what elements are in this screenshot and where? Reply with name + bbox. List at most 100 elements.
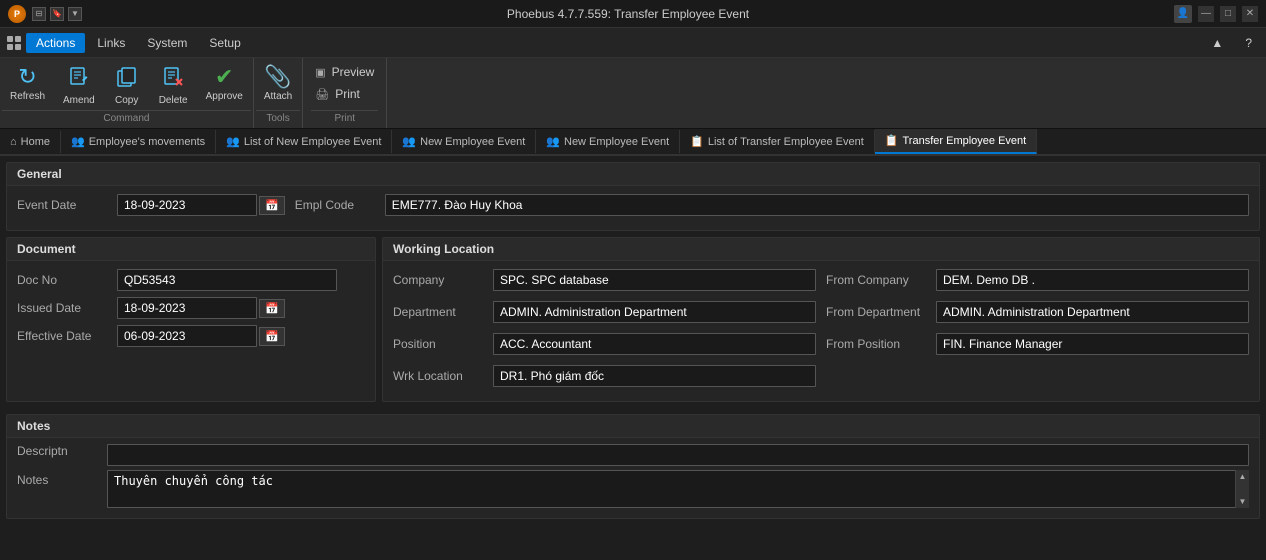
working-location-header: Working Location <box>383 238 1259 261</box>
from-position-select[interactable]: FIN. Finance Manager <box>936 333 1249 355</box>
window-icon-2[interactable]: 🔖 <box>50 7 64 21</box>
doc-no-input[interactable] <box>117 269 337 291</box>
working-location-section: Working Location Company SPC. SPC databa… <box>382 237 1260 402</box>
notes-scrollbar: ▲ ▼ <box>1235 470 1249 508</box>
print-button[interactable]: 🖨 Print <box>311 84 378 104</box>
notes-section-body: Descriptn Notes Thuyên chuyển công tác ▲… <box>7 438 1259 518</box>
event-date-label: Event Date <box>17 198 107 212</box>
effective-date-input[interactable] <box>117 325 257 347</box>
event-date-input[interactable] <box>117 194 257 216</box>
breadcrumb-list-new-emp[interactable]: 👥 List of New Employee Event <box>216 130 392 153</box>
from-company-row: From Company DEM. Demo DB . <box>826 269 1249 291</box>
from-department-select[interactable]: ADMIN. Administration Department <box>936 301 1249 323</box>
general-form-row: Event Date 📅 Empl Code EME777. Đào Huy K… <box>17 194 1249 216</box>
attach-button[interactable]: 📎 Attach <box>256 62 300 106</box>
department-select[interactable]: ADMIN. Administration Department <box>493 301 816 323</box>
notes-label: Notes <box>17 470 97 487</box>
general-section-body: Event Date 📅 Empl Code EME777. Đào Huy K… <box>7 186 1259 230</box>
breadcrumb-new-emp-event2-label: New Employee Event <box>564 136 669 148</box>
home-icon: ⌂ <box>10 136 17 148</box>
menu-links[interactable]: Links <box>87 33 135 53</box>
app-grid-icon[interactable] <box>4 33 24 53</box>
breadcrumb-new-emp-event1[interactable]: 👥 New Employee Event <box>392 130 536 153</box>
copy-button[interactable]: Copy <box>105 62 149 110</box>
menu-actions[interactable]: Actions <box>26 33 85 53</box>
menu-bar: Actions Links System Setup ▲ ? <box>0 28 1266 58</box>
breadcrumb-home-label: Home <box>21 136 50 148</box>
position-row: Position ACC. Accountant <box>393 333 816 355</box>
breadcrumb-transfer-event[interactable]: 📋 Transfer Employee Event <box>875 129 1037 154</box>
issued-date-input[interactable] <box>117 297 257 319</box>
from-position-row: From Position FIN. Finance Manager <box>826 333 1249 355</box>
new-emp2-icon: 👥 <box>546 135 560 148</box>
collapse-button[interactable]: ▲ <box>1201 33 1233 53</box>
tools-section-label: Tools <box>256 110 300 124</box>
from-department-row: From Department ADMIN. Administration De… <box>826 301 1249 323</box>
delete-button[interactable]: Delete <box>151 62 196 110</box>
general-section-header: General <box>7 163 1259 186</box>
menu-system[interactable]: System <box>137 33 197 53</box>
position-wrap: ACC. Accountant <box>493 333 816 355</box>
app-logo: P <box>8 5 26 23</box>
empl-code-label: Empl Code <box>295 198 375 212</box>
effective-date-label: Effective Date <box>17 329 107 343</box>
event-date-cal-btn[interactable]: 📅 <box>259 196 285 215</box>
position-select[interactable]: ACC. Accountant <box>493 333 816 355</box>
close-button[interactable]: ✕ <box>1242 6 1258 22</box>
from-company-select[interactable]: DEM. Demo DB . <box>936 269 1249 291</box>
descriptn-label: Descriptn <box>17 444 97 458</box>
window-title: Phoebus 4.7.7.559: Transfer Employee Eve… <box>507 7 749 21</box>
window-icon-3[interactable]: ▼ <box>68 7 82 21</box>
issued-date-row: Issued Date 📅 <box>17 297 365 319</box>
list-transfer-icon: 📋 <box>690 135 704 148</box>
help-button[interactable]: ? <box>1235 33 1262 53</box>
title-bar-icons: ⊟ 🔖 ▼ <box>32 7 82 21</box>
refresh-icon: ↻ <box>18 66 36 88</box>
company-select[interactable]: SPC. SPC database <box>493 269 816 291</box>
breadcrumb-emp-movements[interactable]: 👥 Employee's movements <box>61 130 216 153</box>
breadcrumb-list-new-emp-label: List of New Employee Event <box>244 136 382 148</box>
amend-button[interactable]: Amend <box>55 62 103 110</box>
effective-date-cal-btn[interactable]: 📅 <box>259 327 285 346</box>
command-section-label: Command <box>2 110 251 124</box>
position-label: Position <box>393 337 483 351</box>
wrk-location-select[interactable]: DR1. Phó giám đốc <box>493 365 816 387</box>
copy-label: Copy <box>115 95 138 106</box>
document-section-header: Document <box>7 238 375 261</box>
copy-icon <box>116 66 138 92</box>
preview-button[interactable]: ▣ Preview <box>311 62 378 82</box>
minimize-button[interactable]: — <box>1198 6 1214 22</box>
breadcrumb-transfer-event-label: Transfer Employee Event <box>903 135 1027 147</box>
attach-icon: 📎 <box>264 66 291 88</box>
preview-icon: ▣ <box>315 66 325 79</box>
from-department-wrap: ADMIN. Administration Department <box>936 301 1249 323</box>
breadcrumb-list-transfer[interactable]: 📋 List of Transfer Employee Event <box>680 130 875 153</box>
command-buttons: ↻ Refresh Amend Copy Delete <box>2 62 251 110</box>
breadcrumb-bar: ⌂ Home 👥 Employee's movements 👥 List of … <box>0 129 1266 156</box>
approve-label: Approve <box>206 91 243 102</box>
breadcrumb-new-emp-event2[interactable]: 👥 New Employee Event <box>536 130 680 153</box>
delete-label: Delete <box>159 95 188 106</box>
from-position-label: From Position <box>826 337 926 351</box>
title-bar-left: P ⊟ 🔖 ▼ <box>8 5 82 23</box>
preview-label: Preview <box>332 65 375 79</box>
approve-icon: ✔ <box>215 66 233 88</box>
restore-button[interactable]: □ <box>1220 6 1236 22</box>
user-icon[interactable]: 👤 <box>1174 5 1192 23</box>
working-location-body: Company SPC. SPC database From Company D… <box>383 261 1259 401</box>
refresh-button[interactable]: ↻ Refresh <box>2 62 53 106</box>
empl-code-select[interactable]: EME777. Đào Huy Khoa <box>385 194 1249 216</box>
breadcrumb-home[interactable]: ⌂ Home <box>0 131 61 153</box>
toolbar: ↻ Refresh Amend Copy Delete <box>0 58 1266 129</box>
company-label: Company <box>393 273 483 287</box>
company-row: Company SPC. SPC database <box>393 269 816 291</box>
approve-button[interactable]: ✔ Approve <box>198 62 251 106</box>
menu-setup[interactable]: Setup <box>199 33 250 53</box>
descriptn-input[interactable] <box>107 444 1249 466</box>
title-bar: P ⊟ 🔖 ▼ Phoebus 4.7.7.559: Transfer Empl… <box>0 0 1266 28</box>
notes-textarea[interactable]: Thuyên chuyển công tác <box>107 470 1249 508</box>
issued-date-cal-btn[interactable]: 📅 <box>259 299 285 318</box>
department-row: Department ADMIN. Administration Departm… <box>393 301 816 323</box>
transfer-event-icon: 📋 <box>885 134 899 147</box>
window-icon-1[interactable]: ⊟ <box>32 7 46 21</box>
